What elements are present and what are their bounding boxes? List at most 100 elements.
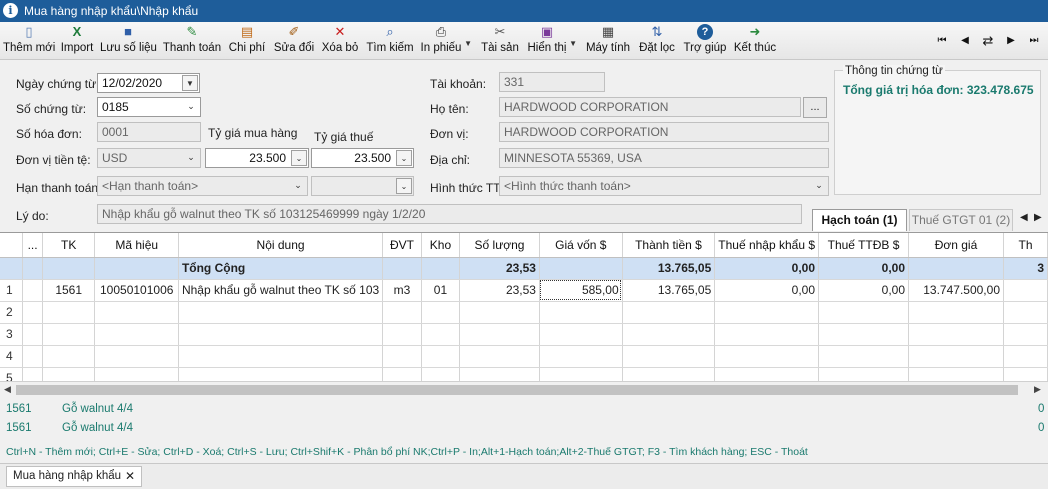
table-row[interactable]: 3 bbox=[0, 323, 1048, 346]
print-dropdown-icon[interactable]: ▼ bbox=[464, 39, 472, 48]
chevron-down-icon[interactable]: ⌄ bbox=[183, 150, 199, 166]
cell-unit[interactable]: m3 bbox=[382, 279, 422, 302]
total-import-tax: 0,00 bbox=[714, 257, 820, 280]
scroll-left-icon[interactable]: ◀ bbox=[4, 384, 11, 395]
exit-button[interactable]: ➜ Kết thúc bbox=[733, 24, 777, 58]
chevron-down-icon[interactable]: ⌄ bbox=[811, 178, 827, 194]
invoice-number-label: Số hóa đơn: bbox=[16, 127, 82, 141]
reason-field[interactable]: Nhập khẩu gỗ walnut theo TK số 103125469… bbox=[97, 204, 802, 224]
last-record-icon[interactable]: ⏭ bbox=[1025, 34, 1043, 48]
assets-button[interactable]: ✂ Tài sản bbox=[479, 24, 521, 58]
tax-rate-dropdown-icon[interactable]: ⌄ bbox=[396, 150, 412, 166]
next-record-icon[interactable]: ▶ bbox=[1002, 34, 1020, 48]
tab-vat[interactable]: Thuế GTGT 01 (2) bbox=[909, 209, 1013, 231]
col-header-unit-price[interactable]: Đơn giá bbox=[908, 233, 1004, 258]
col-header-quantity[interactable]: Số lượng bbox=[459, 233, 540, 258]
col-header-unit[interactable]: ĐVT bbox=[382, 233, 422, 258]
tax-rate-field[interactable]: 23.500 ⌄ bbox=[311, 148, 414, 168]
col-header-more[interactable]: ... bbox=[22, 233, 43, 258]
cell-content[interactable]: Nhập khẩu gỗ walnut theo TK số 103 bbox=[178, 279, 384, 302]
prev-record-icon[interactable]: ◀ bbox=[956, 34, 974, 48]
voucher-number-field[interactable]: 0185 ⌄ bbox=[97, 97, 201, 117]
col-header-tk[interactable]: TK bbox=[42, 233, 96, 258]
col-header-content[interactable]: Nội dung bbox=[178, 233, 384, 258]
chevron-down-icon[interactable]: ⌄ bbox=[396, 178, 412, 194]
delete-button[interactable]: ✕ Xóa bỏ bbox=[320, 24, 360, 58]
cell-excise-tax[interactable]: 0,00 bbox=[818, 279, 910, 302]
purchase-rate-dropdown-icon[interactable]: ⌄ bbox=[291, 150, 307, 166]
cell-quantity[interactable]: 23,53 bbox=[459, 279, 540, 302]
detail-value-1: 0 bbox=[1038, 403, 1045, 415]
table-row[interactable]: 2 bbox=[0, 301, 1048, 324]
col-header-warehouse[interactable]: Kho bbox=[421, 233, 461, 258]
edit-icon: ✐ bbox=[288, 24, 300, 39]
cell-code[interactable]: 10050101006 bbox=[94, 279, 179, 302]
calculator-icon: ▦ bbox=[601, 24, 615, 39]
name-field[interactable]: HARDWOOD CORPORATION bbox=[499, 97, 801, 117]
scroll-right-icon[interactable]: ▶ bbox=[1034, 384, 1041, 395]
filter-button[interactable]: ⇅ Đặt lọc bbox=[638, 24, 676, 58]
calculator-button[interactable]: ▦ Máy tính bbox=[585, 24, 631, 58]
grid-total-row: Tổng Cộng 23,53 13.765,05 0,00 0,00 3 bbox=[0, 257, 1048, 280]
tab-scroll-left-icon[interactable]: ◀ bbox=[1020, 212, 1028, 223]
swap-icon[interactable]: ⇄ bbox=[979, 34, 997, 48]
import-button[interactable]: X Import bbox=[60, 24, 94, 58]
table-row[interactable]: 1 1561 10050101006 Nhập khẩu gỗ walnut t… bbox=[0, 279, 1048, 302]
currency-label: Đơn vị tiền tệ: bbox=[16, 153, 91, 167]
payment-method-label: Hình thức TT bbox=[430, 181, 501, 195]
help-icon: ? bbox=[697, 24, 713, 40]
cell-cost[interactable]: 585,00 bbox=[539, 279, 623, 302]
payment-method-field[interactable]: <Hình thức thanh toán> ⌄ bbox=[499, 176, 829, 196]
document-tab[interactable]: Mua hàng nhập khẩu ✕ bbox=[6, 466, 142, 487]
cell-tk[interactable]: 1561 bbox=[42, 279, 96, 302]
col-header-code[interactable]: Mã hiệu bbox=[94, 233, 179, 258]
cell-unit-price[interactable]: 13.747.500,00 bbox=[908, 279, 1004, 302]
help-button[interactable]: ? Trợ giúp bbox=[683, 24, 727, 58]
horizontal-scrollbar[interactable]: ◀ ▶ bbox=[0, 381, 1048, 397]
tab-scroll-right-icon[interactable]: ▶ bbox=[1034, 212, 1042, 223]
close-icon[interactable]: ✕ bbox=[125, 467, 135, 486]
cell-import-tax[interactable]: 0,00 bbox=[714, 279, 820, 302]
invoice-number-field[interactable]: 0001 bbox=[97, 122, 201, 142]
reason-label: Lý do: bbox=[16, 209, 49, 223]
table-row[interactable]: 4 bbox=[0, 345, 1048, 368]
first-record-icon[interactable]: ⏮ bbox=[933, 34, 951, 48]
voucher-info-box: Thông tin chứng từ Tổng giá trị hóa đơn:… bbox=[834, 65, 1041, 195]
col-header-excise-tax[interactable]: Thuế TTĐB $ bbox=[818, 233, 910, 258]
sort-filter-icon: ⇅ bbox=[651, 24, 663, 39]
account-field[interactable]: 331 bbox=[499, 72, 605, 92]
display-button[interactable]: ▣ Hiển thị ▼ bbox=[526, 24, 578, 58]
col-header-import-tax[interactable]: Thuế nhập khẩu $ bbox=[714, 233, 820, 258]
cost-button[interactable]: ▤ Chi phí bbox=[228, 24, 266, 58]
col-header-cost[interactable]: Giá vốn $ bbox=[539, 233, 623, 258]
edit-button[interactable]: ✐ Sửa đổi bbox=[273, 24, 315, 58]
detail-account-2: 1561 bbox=[6, 422, 32, 434]
col-header-more-tail[interactable]: Th bbox=[1003, 233, 1048, 258]
new-button[interactable]: ▯ Thêm mới bbox=[3, 24, 55, 58]
browse-button[interactable]: ... bbox=[803, 97, 827, 118]
unit-label: Đơn vị: bbox=[430, 127, 469, 141]
chevron-down-icon[interactable]: ⌄ bbox=[290, 178, 306, 194]
title-bar: i Mua hàng nhập khẩu\Nhập khẩu bbox=[0, 0, 1048, 22]
purchase-rate-field[interactable]: 23.500 ⌄ bbox=[205, 148, 309, 168]
unit-field[interactable]: HARDWOOD CORPORATION bbox=[499, 122, 829, 142]
voucher-date-field[interactable]: 12/02/2020 ▼ bbox=[97, 73, 200, 93]
search-button[interactable]: ⌕ Tìm kiếm bbox=[366, 24, 414, 58]
address-field[interactable]: MINNESOTA 55369, USA bbox=[499, 148, 829, 168]
scrollbar-thumb[interactable] bbox=[16, 385, 1018, 395]
display-dropdown-icon[interactable]: ▼ bbox=[569, 39, 577, 48]
calendar-dropdown-icon[interactable]: ▼ bbox=[182, 75, 198, 91]
due-date-label: Hạn thanh toán: bbox=[16, 181, 102, 195]
payment-button[interactable]: ✎ Thanh toán bbox=[162, 24, 222, 58]
due-date-field[interactable]: <Hạn thanh toán> ⌄ bbox=[97, 176, 308, 196]
save-button[interactable]: ■ Lưu số liệu bbox=[100, 24, 157, 58]
tab-accounting[interactable]: Hạch toán (1) bbox=[812, 209, 907, 231]
chevron-down-icon[interactable]: ⌄ bbox=[183, 99, 199, 115]
col-header-amount[interactable]: Thành tiền $ bbox=[622, 233, 716, 258]
cell-amount[interactable]: 13.765,05 bbox=[622, 279, 716, 302]
due-date-extra-field[interactable]: ⌄ bbox=[311, 176, 414, 196]
currency-field[interactable]: USD ⌄ bbox=[97, 148, 201, 168]
cell-warehouse[interactable]: 01 bbox=[421, 279, 461, 302]
print-button[interactable]: ⎙ In phiếu ▼ bbox=[419, 24, 472, 58]
total-label: Tổng Cộng bbox=[178, 257, 384, 280]
